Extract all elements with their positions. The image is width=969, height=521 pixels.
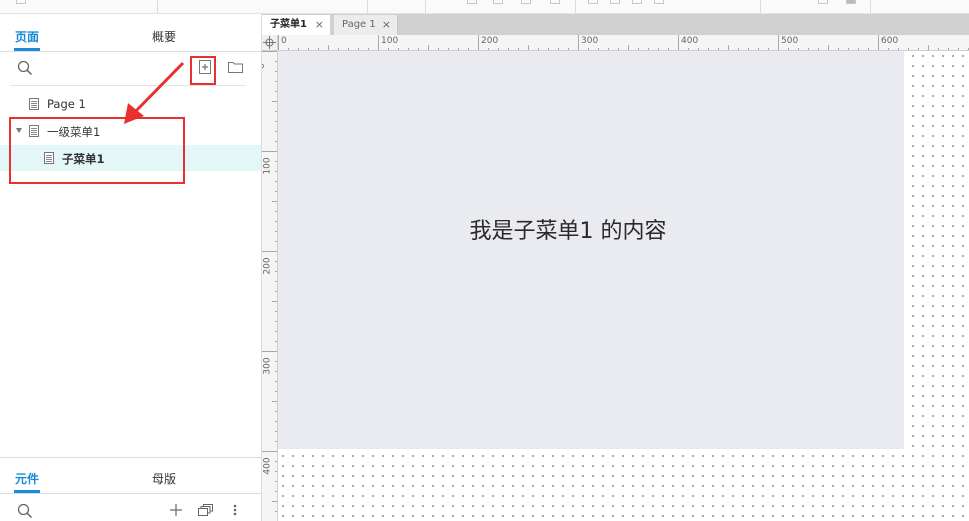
close-icon[interactable]: × [382, 15, 391, 34]
toolbar-separator [760, 0, 761, 13]
doc-tab-page-1[interactable]: Page 1 × [334, 15, 398, 35]
ruler-tick [878, 35, 879, 50]
doc-tab-submenu[interactable]: 子菜单1 × [262, 15, 330, 35]
ruler-label: 0 [281, 36, 287, 46]
ruler-tick [262, 151, 277, 152]
add-folder-icon[interactable] [228, 61, 243, 73]
tab-widgets[interactable]: 元件 [15, 470, 39, 487]
divider [0, 51, 261, 52]
ruler-label: 100 [262, 157, 273, 175]
toolbar-icon[interactable] [493, 0, 503, 4]
library-icon[interactable] [198, 504, 213, 516]
annotation-arrow [124, 61, 185, 124]
toolbar-icon[interactable] [16, 0, 26, 4]
canvas-text-widget[interactable]: 我是子菜单1 的内容 [278, 213, 858, 245]
vertical-ruler[interactable]: 0 100 200 300 400 [262, 51, 278, 521]
ruler-tick [778, 35, 779, 50]
toolbar-icon[interactable] [654, 0, 664, 4]
tree-item-submenu[interactable]: 子菜单1 [0, 145, 261, 171]
toolbar-separator [157, 0, 158, 13]
toolbar-separator [870, 0, 871, 13]
page-icon [29, 98, 39, 110]
ruler-label: 200 [481, 36, 499, 46]
toolbar-icon[interactable] [818, 0, 828, 4]
search-icon[interactable] [17, 60, 33, 76]
ruler-label: 200 [262, 257, 273, 275]
horizontal-ruler[interactable]: 0 100 200 300 400 500 600 [278, 35, 969, 51]
ruler-label: 100 [381, 36, 399, 46]
ruler-tick [678, 35, 679, 50]
toolbar-icon[interactable] [632, 0, 642, 4]
divider [0, 457, 261, 458]
page-icon [29, 125, 39, 137]
doc-tab-label: Page 1 [342, 19, 376, 30]
toolbar-icon[interactable] [550, 0, 560, 4]
close-icon[interactable]: × [315, 15, 324, 34]
ruler-tick [262, 451, 277, 452]
ruler-label: 600 [881, 36, 899, 46]
toolbar-separator [425, 0, 426, 13]
pages-panel: 页面 概要 Page 1 一级菜单1 子菜单1 元件 母版 [0, 14, 262, 521]
toolbar-icon[interactable] [521, 0, 531, 4]
ruler-tick [578, 35, 579, 50]
document-tab-bar: 子菜单1 × Page 1 × [262, 14, 969, 35]
toolbar-icon[interactable] [846, 0, 856, 4]
search-icon[interactable] [17, 503, 33, 519]
divider [0, 493, 261, 494]
toolbar-icon[interactable] [467, 0, 477, 4]
tab-masters[interactable]: 母版 [152, 470, 176, 487]
page-background [278, 51, 904, 449]
toolbar-icon[interactable] [588, 0, 598, 4]
toolbar-separator [575, 0, 576, 13]
tab-outline[interactable]: 概要 [152, 28, 176, 45]
chevron-down-icon[interactable] [16, 128, 22, 133]
ruler-tick [278, 35, 279, 50]
tab-pages[interactable]: 页面 [15, 28, 39, 45]
ruler-tick [378, 35, 379, 50]
ruler-tick [262, 351, 277, 352]
ruler-tick [262, 51, 277, 52]
ruler-label: 300 [262, 357, 273, 375]
plus-icon[interactable] [170, 504, 182, 516]
tree-item-label: Page 1 [47, 97, 86, 111]
ruler-label: 0 [262, 63, 267, 69]
crosshair-icon [263, 36, 276, 49]
tree-item-label: 子菜单1 [62, 152, 105, 166]
ruler-corner[interactable] [262, 35, 278, 51]
design-canvas[interactable]: 我是子菜单1 的内容 [278, 51, 969, 521]
page-icon [44, 152, 54, 164]
ruler-tick [262, 251, 277, 252]
more-options-icon[interactable] [233, 504, 237, 516]
toolbar-icon[interactable] [610, 0, 620, 4]
ruler-label: 400 [681, 36, 699, 46]
top-toolbar [0, 0, 969, 14]
toolbar-separator [367, 0, 368, 13]
ruler-label: 400 [262, 457, 273, 475]
doc-tab-label: 子菜单1 [270, 19, 307, 30]
ruler-tick [478, 35, 479, 50]
tree-item-label: 一级菜单1 [47, 125, 101, 139]
ruler-label: 500 [781, 36, 799, 46]
add-page-icon[interactable] [199, 60, 211, 74]
ruler-label: 300 [581, 36, 599, 46]
